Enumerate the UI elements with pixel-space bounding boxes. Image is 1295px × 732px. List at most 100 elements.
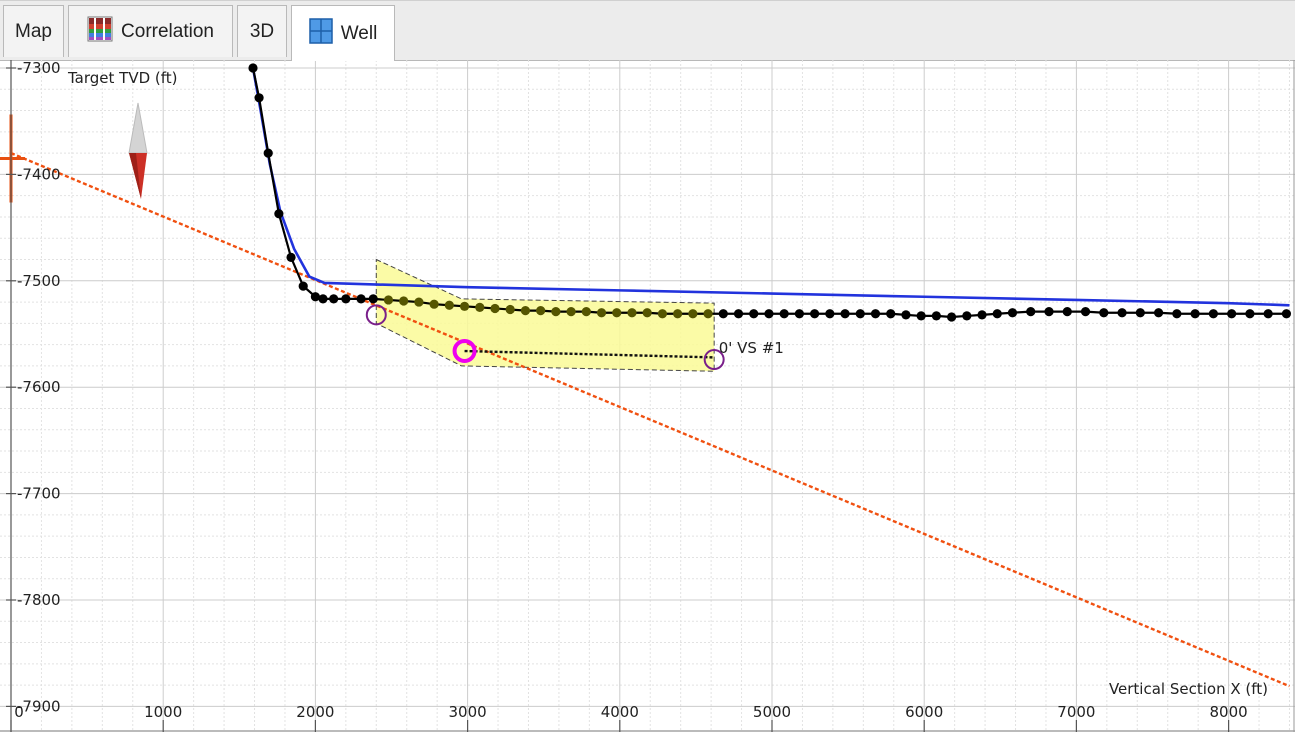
survey-point (1044, 307, 1054, 317)
x-tick-label: 5000 (753, 703, 791, 721)
tab-3d-label: 3D (249, 20, 275, 42)
survey-point (627, 308, 637, 318)
survey-point (703, 309, 713, 319)
survey-point (429, 299, 439, 309)
survey-point (581, 307, 591, 317)
tab-well-label: Well (340, 22, 378, 44)
annotation-label: 0' VS #1 (719, 339, 784, 357)
x-tick-label: 4000 (601, 703, 639, 721)
survey-point (368, 294, 378, 304)
x-tick-label: 3000 (449, 703, 487, 721)
survey-point (444, 300, 454, 310)
survey-point (1026, 307, 1036, 317)
tab-correlation-label: Correlation (121, 20, 214, 42)
survey-point (1080, 307, 1091, 317)
survey-point (1281, 309, 1292, 319)
survey-point (1172, 309, 1182, 319)
x-tick-label: 6000 (905, 703, 943, 721)
survey-point (688, 309, 698, 319)
y-axis-title: Target TVD (ft) (67, 69, 178, 87)
y-tick-label: -7700 (17, 485, 61, 503)
survey-point (1263, 309, 1273, 319)
survey-point (1117, 308, 1127, 318)
x-axis-title: Vertical Section X (ft) (1109, 680, 1268, 698)
y-tick-label: -7500 (17, 272, 61, 290)
survey-point (490, 303, 500, 314)
survey-point (1153, 308, 1164, 318)
survey-point (642, 308, 652, 318)
survey-point (329, 294, 339, 304)
tab-map[interactable]: Map (3, 5, 64, 57)
survey-point (414, 297, 424, 307)
tab-map-label: Map (15, 20, 52, 42)
survey-point (870, 309, 881, 319)
survey-point (341, 294, 351, 304)
survey-point (248, 63, 258, 73)
survey-point (612, 308, 622, 318)
tab-correlation[interactable]: Correlation (68, 5, 233, 57)
survey-point (298, 281, 308, 291)
survey-point (263, 148, 273, 158)
survey-point (1227, 309, 1237, 319)
tab-bar: Map Correlation 3D Well (0, 0, 1295, 61)
x-tick-label: 0 (14, 703, 24, 721)
survey-point (505, 304, 515, 315)
survey-point (840, 309, 850, 319)
axis-layer: -7300-7400-7500-7600-7700-7800-79000 1000… (0, 60, 1295, 732)
survey-point (886, 309, 896, 319)
plan-layer (251, 67, 1290, 307)
y-tick-label: -7600 (17, 378, 61, 396)
survey-point (1062, 307, 1072, 317)
grid-icon (308, 17, 333, 50)
survey-point (1208, 309, 1218, 319)
survey-point (520, 305, 531, 316)
survey-point (977, 310, 987, 320)
survey-point (657, 309, 668, 319)
x-tick-label: 2000 (296, 703, 334, 721)
major-grid (0, 60, 1295, 732)
survey-point (962, 311, 972, 321)
survey-point (733, 309, 744, 319)
survey-point (1135, 308, 1145, 318)
y-tick-label: -7800 (17, 591, 61, 609)
survey-point (825, 309, 835, 319)
survey-point (794, 309, 804, 319)
survey-point (779, 309, 789, 319)
survey-point (383, 295, 394, 305)
survey-point (475, 302, 485, 312)
plan-line (251, 67, 1290, 307)
survey-point (855, 309, 865, 319)
survey-point (551, 307, 561, 317)
survey-point (931, 311, 941, 321)
tab-well[interactable]: Well (291, 5, 395, 61)
tab-3d[interactable]: 3D (237, 5, 287, 57)
survey-point (1190, 309, 1200, 319)
survey-point (916, 311, 926, 321)
well-section-chart[interactable]: 0' VS #1 -7300-7400-7500-7600-7700-7800-… (0, 60, 1295, 732)
survey-point (356, 294, 366, 304)
survey-point (1245, 309, 1255, 319)
survey-point (673, 309, 683, 319)
minor-grid (0, 60, 1295, 732)
y-tick-label: -7400 (17, 165, 61, 183)
survey-point (1099, 308, 1109, 318)
x-tick-label: 1000 (144, 703, 182, 721)
survey-point (764, 309, 774, 319)
correlation-icon (87, 16, 113, 48)
x-tick-label: 8000 (1210, 703, 1248, 721)
survey-point (992, 309, 1002, 319)
survey-point (399, 296, 409, 306)
compass-icon (128, 102, 148, 199)
survey-point (459, 301, 470, 311)
survey-point (254, 93, 264, 103)
survey-point (749, 309, 759, 319)
survey-point (810, 309, 820, 319)
survey-point (596, 308, 607, 318)
survey-point (946, 312, 957, 322)
survey-point (566, 307, 576, 317)
y-tick-label: -7300 (17, 60, 61, 77)
survey-point (286, 252, 296, 262)
survey-point (901, 310, 911, 320)
survey-point (536, 305, 546, 316)
survey-point (318, 294, 328, 304)
